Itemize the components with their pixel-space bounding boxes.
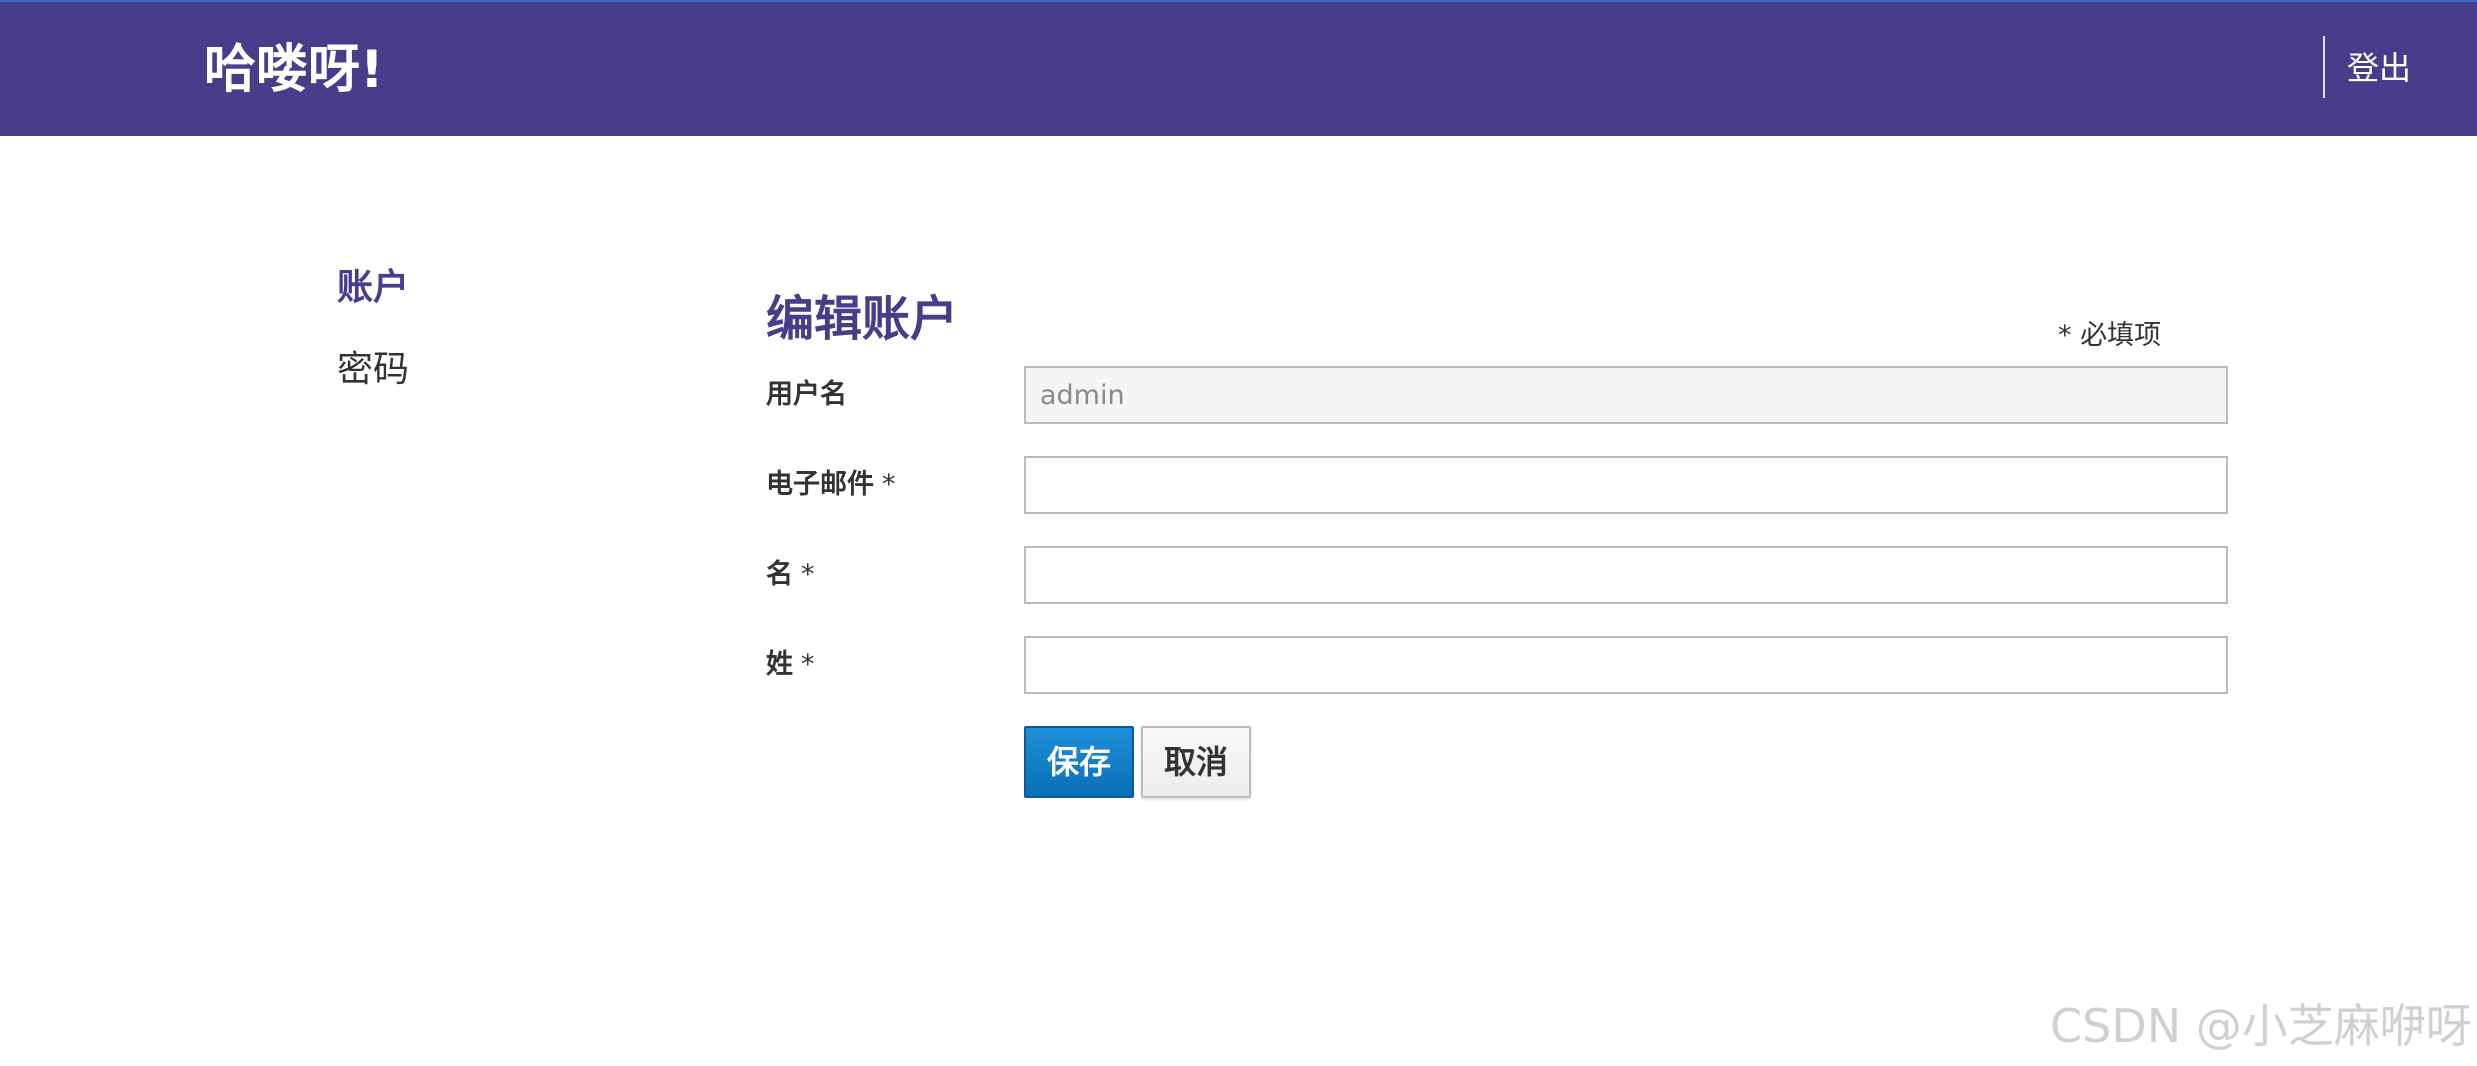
sidebar-nav: 账户 密码 <box>337 262 409 426</box>
first-name-label: 名 * <box>766 546 815 604</box>
username-label-text: 用户名 <box>766 379 847 410</box>
last-name-required-marker: * <box>801 649 815 680</box>
save-button[interactable]: 保存 <box>1024 726 1134 798</box>
top-header: 哈喽呀! 登出 <box>0 0 2477 136</box>
last-name-field[interactable] <box>1024 636 2228 694</box>
email-field[interactable] <box>1024 456 2228 514</box>
sidebar-item-password[interactable]: 密码 <box>337 344 409 396</box>
email-label-text: 电子邮件 <box>766 469 874 500</box>
last-name-label: 姓 * <box>766 636 815 694</box>
watermark-text: CSDN @小芝麻咿呀 <box>2050 999 2472 1053</box>
sidebar-item-account[interactable]: 账户 <box>337 262 409 314</box>
last-name-row: 姓 * <box>766 636 2228 694</box>
first-name-required-marker: * <box>801 559 815 590</box>
logout-link[interactable]: 登出 <box>2347 46 2411 90</box>
email-required-marker: * <box>882 469 896 500</box>
first-name-row: 名 * <box>766 546 2228 604</box>
username-row: 用户名 <box>766 366 2228 424</box>
first-name-field[interactable] <box>1024 546 2228 604</box>
email-row: 电子邮件 * <box>766 456 2228 514</box>
username-label: 用户名 <box>766 366 847 424</box>
email-label: 电子邮件 * <box>766 456 896 514</box>
page-title: 编辑账户 <box>766 291 959 347</box>
cancel-button[interactable]: 取消 <box>1141 726 1251 798</box>
last-name-label-text: 姓 <box>766 649 793 680</box>
header-divider <box>2323 36 2325 98</box>
first-name-label-text: 名 <box>766 559 793 590</box>
brand-title: 哈喽呀! <box>204 40 384 100</box>
username-field[interactable] <box>1024 366 2228 424</box>
required-fields-note: * 必填项 <box>2058 320 2162 351</box>
